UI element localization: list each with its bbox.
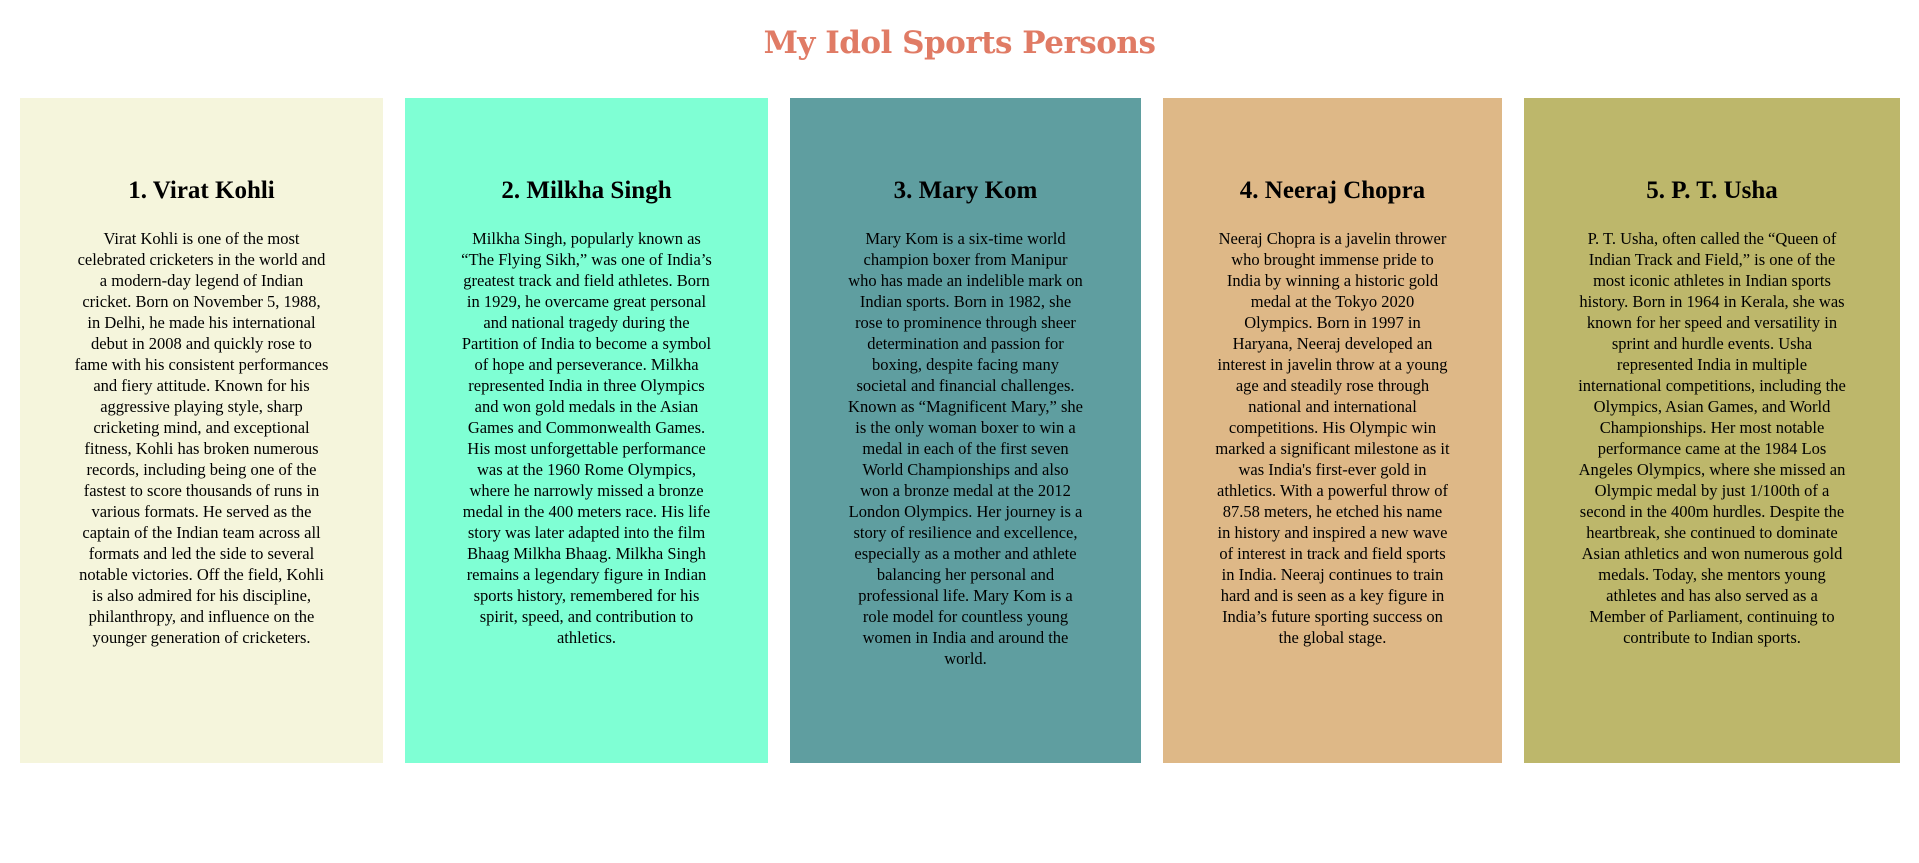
card-heading: 2. Milkha Singh xyxy=(501,177,672,204)
card-heading: 4. Neeraj Chopra xyxy=(1239,177,1426,204)
card-heading: 3. Mary Kom xyxy=(893,177,1038,204)
card-neeraj-chopra: 4. Neeraj Chopra Neeraj Chopra is a jave… xyxy=(1163,98,1502,763)
card-heading: 1. Virat Kohli xyxy=(128,177,275,204)
card-description: Mary Kom is a six-time world champion bo… xyxy=(848,229,1083,668)
card-description: P. T. Usha, often called the “Queen of I… xyxy=(1578,229,1846,647)
card-milkha-singh: 2. Milkha Singh Milkha Singh, popularly … xyxy=(405,98,768,763)
page-title: My Idol Sports Persons xyxy=(763,25,1156,61)
card-heading: 5. P. T. Usha xyxy=(1646,177,1778,204)
card-virat-kohli: 1. Virat Kohli Virat Kohli is one of the… xyxy=(20,98,383,763)
card-mary-kom: 3. Mary Kom Mary Kom is a six-time world… xyxy=(790,98,1141,763)
card-description: Neeraj Chopra is a javelin thrower who b… xyxy=(1215,229,1450,647)
card-description: Virat Kohli is one of the most celebrate… xyxy=(74,229,329,647)
card-description: Milkha Singh, popularly known as “The Fl… xyxy=(461,229,712,647)
card-pt-usha: 5. P. T. Usha P. T. Usha, often called t… xyxy=(1524,98,1900,763)
